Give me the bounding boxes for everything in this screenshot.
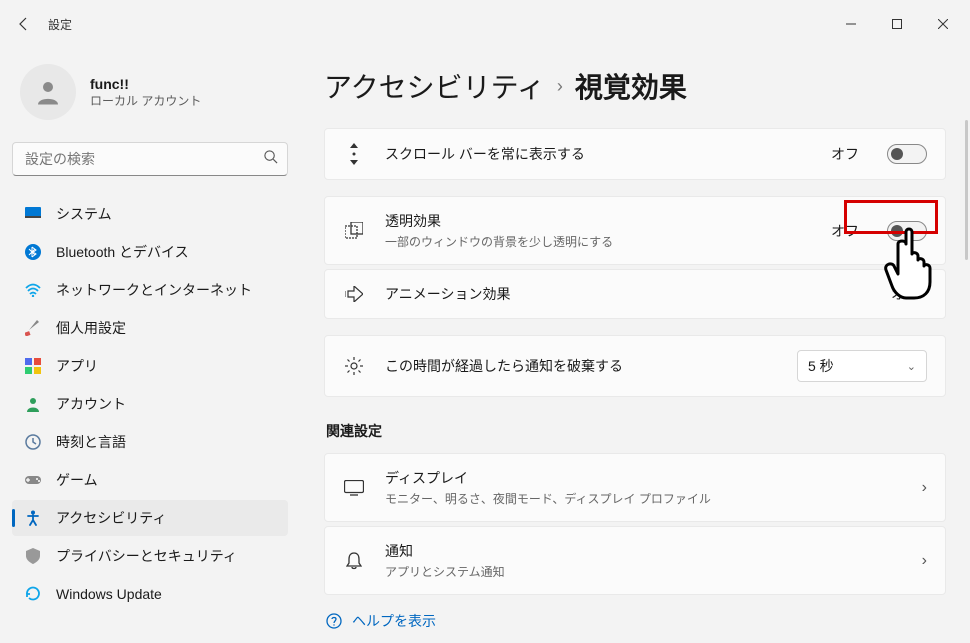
breadcrumb-parent[interactable]: アクセシビリティ <box>324 66 545 106</box>
sidebar-item-label: ネットワークとインターネット <box>56 280 252 300</box>
setting-animation[interactable]: アニメーション効果 オン <box>324 269 946 319</box>
bell-icon <box>343 552 365 570</box>
transparency-icon <box>343 222 365 240</box>
update-icon <box>24 585 42 603</box>
sidebar-item-label: Bluetooth とデバイス <box>56 242 189 262</box>
setting-description: モニター、明るさ、夜間モード、ディスプレイ プロファイル <box>385 490 902 507</box>
chevron-down-icon: ⌄ <box>907 360 916 373</box>
wifi-icon <box>24 281 42 299</box>
search-input[interactable] <box>12 142 288 176</box>
setting-title: アニメーション効果 <box>385 284 871 304</box>
back-button[interactable] <box>4 4 44 44</box>
setting-scrollbar[interactable]: スクロール バーを常に表示する オフ <box>324 128 946 180</box>
sidebar-item-accounts[interactable]: アカウント <box>12 386 288 422</box>
bluetooth-icon <box>24 243 42 261</box>
gamepad-icon <box>24 471 42 489</box>
sidebar-item-label: 個人用設定 <box>56 318 126 338</box>
setting-description: 一部のウィンドウの背景を少し透明にする <box>385 233 811 250</box>
sidebar-item-privacy[interactable]: プライバシーとセキュリティ <box>12 538 288 574</box>
sidebar-item-system[interactable]: システム <box>12 196 288 232</box>
breadcrumb: アクセシビリティ › 視覚効果 <box>324 66 946 106</box>
page-title: 視覚効果 <box>575 66 687 106</box>
sidebar-item-network[interactable]: ネットワークとインターネット <box>12 272 288 308</box>
sidebar-item-label: プライバシーとセキュリティ <box>56 546 237 566</box>
setting-state: オフ <box>831 144 859 164</box>
animation-icon <box>343 286 365 302</box>
scrollbar-indicator[interactable] <box>965 120 968 260</box>
sidebar-item-label: ゲーム <box>56 470 98 490</box>
help-label: ヘルプを表示 <box>352 611 436 631</box>
chevron-right-icon: › <box>557 76 563 97</box>
setting-transparency[interactable]: 透明効果 一部のウィンドウの背景を少し透明にする オフ <box>324 196 946 265</box>
user-account-type: ローカル アカウント <box>90 92 201 109</box>
sidebar-item-label: アカウント <box>56 394 126 414</box>
dismiss-duration-select[interactable]: 5 秒 ⌄ <box>797 350 927 382</box>
clock-icon <box>24 433 42 451</box>
sidebar-item-time[interactable]: 時刻と言語 <box>12 424 288 460</box>
chevron-right-icon: › <box>922 552 927 570</box>
setting-dismiss-notification[interactable]: この時間が経過したら通知を破棄する 5 秒 ⌄ <box>324 335 946 397</box>
close-button[interactable] <box>920 8 966 40</box>
setting-description: アプリとシステム通知 <box>385 563 902 580</box>
minimize-button[interactable] <box>828 8 874 40</box>
setting-title: 透明効果 <box>385 211 811 231</box>
maximize-button[interactable] <box>874 8 920 40</box>
person-icon <box>24 395 42 413</box>
search-icon <box>263 149 278 169</box>
chevron-right-icon: › <box>922 479 927 497</box>
apps-icon <box>24 357 42 375</box>
setting-state: オフ <box>831 221 859 241</box>
sidebar-item-personalize[interactable]: 個人用設定 <box>12 310 288 346</box>
sidebar-item-accessibility[interactable]: アクセシビリティ <box>12 500 288 536</box>
brightness-icon <box>343 357 365 375</box>
sidebar-item-bluetooth[interactable]: Bluetooth とデバイス <box>12 234 288 270</box>
scrollbar-toggle[interactable] <box>887 144 927 164</box>
accessibility-icon <box>24 509 42 527</box>
display-icon <box>343 480 365 496</box>
scrollbar-icon <box>343 143 365 165</box>
setting-title: 通知 <box>385 541 902 561</box>
related-notifications[interactable]: 通知 アプリとシステム通知 › <box>324 526 946 595</box>
system-icon <box>24 205 42 223</box>
window-title: 設定 <box>48 16 72 33</box>
setting-title: ディスプレイ <box>385 468 902 488</box>
related-display[interactable]: ディスプレイ モニター、明るさ、夜間モード、ディスプレイ プロファイル › <box>324 453 946 522</box>
sidebar-item-update[interactable]: Windows Update <box>12 576 288 612</box>
help-link[interactable]: ヘルプを表示 <box>324 599 946 635</box>
related-settings-heading: 関連設定 <box>326 421 946 441</box>
brush-icon <box>24 319 42 337</box>
shield-icon <box>24 547 42 565</box>
transparency-toggle[interactable] <box>887 221 927 241</box>
setting-title: スクロール バーを常に表示する <box>385 144 811 164</box>
sidebar-item-label: システム <box>56 204 112 224</box>
sidebar-item-label: Windows Update <box>56 586 162 602</box>
sidebar-item-apps[interactable]: アプリ <box>12 348 288 384</box>
sidebar-item-label: アプリ <box>56 356 98 376</box>
user-profile[interactable]: func!! ローカル アカウント <box>12 56 288 140</box>
setting-title: この時間が経過したら通知を破棄する <box>385 356 777 376</box>
avatar <box>20 64 76 120</box>
select-value: 5 秒 <box>808 356 834 376</box>
sidebar-item-gaming[interactable]: ゲーム <box>12 462 288 498</box>
setting-state: オン <box>891 284 919 304</box>
sidebar-item-label: 時刻と言語 <box>56 432 126 452</box>
help-icon <box>326 613 342 629</box>
user-name: func!! <box>90 76 201 92</box>
sidebar-item-label: アクセシビリティ <box>56 508 166 528</box>
